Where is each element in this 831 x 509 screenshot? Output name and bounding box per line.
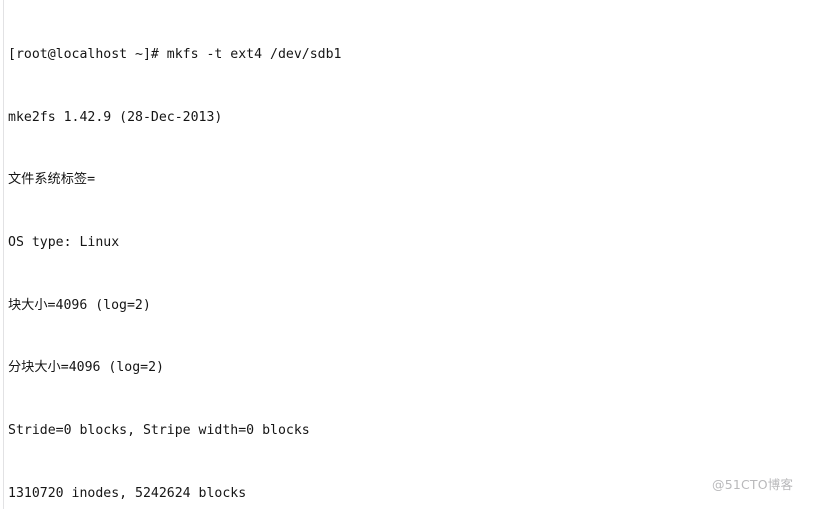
terminal-line-mke2fs-version: mke2fs 1.42.9 (28-Dec-2013) bbox=[8, 109, 223, 125]
terminal-line-filesystem-label: 文件系统标签= bbox=[8, 172, 96, 188]
watermark: @51CTO博客 bbox=[712, 477, 794, 492]
terminal-line-block-size: 块大小=4096 (log=2) bbox=[8, 297, 151, 313]
terminal-line-stride-stripe: Stride=0 blocks, Stripe width=0 blocks bbox=[8, 423, 310, 439]
console-output: [root@localhost ~]# mkfs -t ext4 /dev/sd… bbox=[8, 3, 831, 509]
terminal-line-prompt[interactable]: [root@localhost ~]# mkfs -t ext4 /dev/sd… bbox=[8, 45, 831, 66]
terminal-line-inodes-blocks: 1310720 inodes, 5242624 blocks bbox=[8, 485, 247, 501]
left-edge-rule bbox=[3, 0, 4, 509]
terminal-window[interactable]: [root@localhost ~]# mkfs -t ext4 /dev/sd… bbox=[0, 0, 831, 509]
terminal-line-os-type: OS type: Linux bbox=[8, 234, 120, 250]
terminal-line-fragment-size: 分块大小=4096 (log=2) bbox=[8, 360, 164, 376]
